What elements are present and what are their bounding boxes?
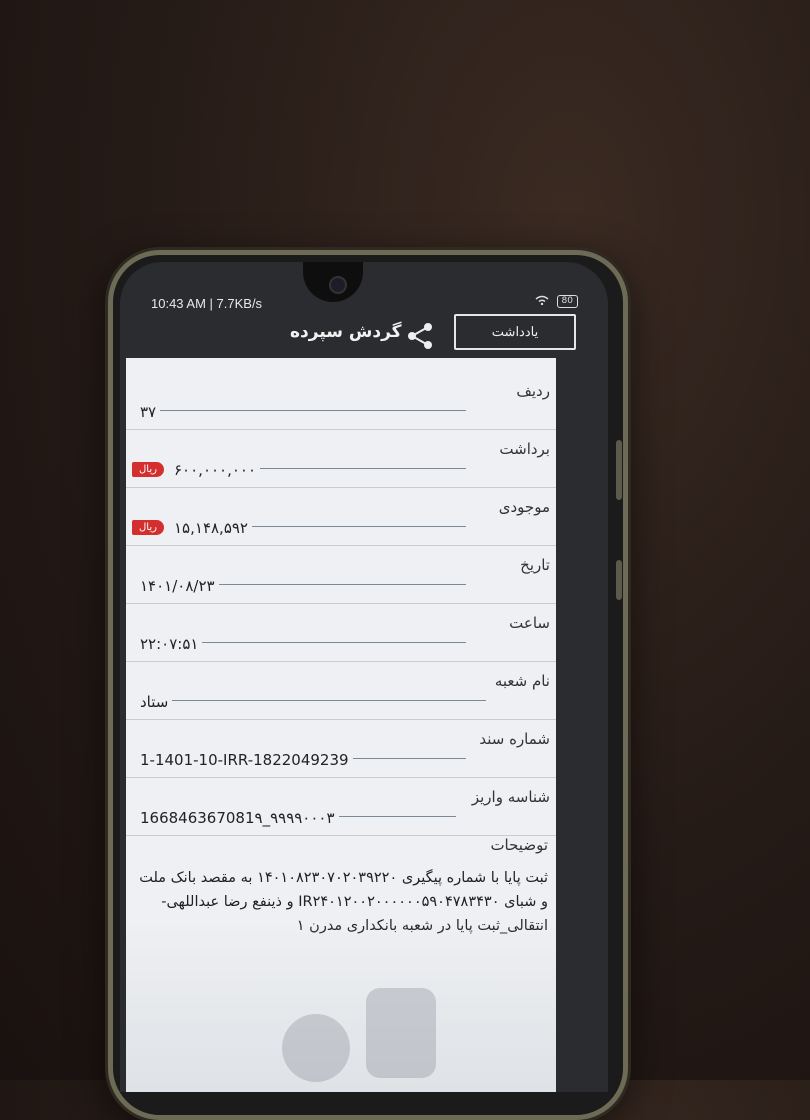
detail-row-withdrawal: برداشت ریال ۶۰۰,۰۰۰,۰۰۰ — [126, 430, 556, 488]
detail-row-balance: موجودی ریال ۱۵,۱۴۸,۵۹۲ — [126, 488, 556, 546]
row-value: ۳۷ — [140, 403, 161, 421]
row-value: ۶۰۰,۰۰۰,۰۰۰ — [174, 461, 261, 479]
detail-row-date: تاریخ ۱۴۰۱/۰۸/۲۳ — [126, 546, 556, 604]
currency-badge: ریال — [132, 520, 164, 535]
leader-line — [156, 410, 466, 411]
description-label: توضیحات — [490, 836, 548, 854]
leader-line — [156, 700, 486, 701]
wifi-icon — [535, 294, 549, 309]
row-value: 1-1401-10-IRR-1822049239 — [140, 751, 353, 769]
detail-row-index: ردیف ۳۷ — [126, 372, 556, 430]
row-label: شناسه واریز — [471, 788, 550, 806]
detail-row-document-number: شماره سند 1-1401-10-IRR-1822049239 — [126, 720, 556, 778]
row-value: ۲۲:۰۷:۵۱ — [140, 635, 203, 653]
row-value: ۱۵,۱۴۸,۵۹۲ — [174, 519, 252, 537]
row-label: برداشت — [499, 440, 550, 458]
row-label: ردیف — [516, 382, 550, 400]
row-label: نام شعبه — [494, 672, 550, 690]
note-button[interactable]: یادداشت — [454, 314, 576, 350]
transaction-details: ردیف ۳۷ برداشت ریال ۶۰۰,۰۰۰,۰۰۰ موجودی ر… — [126, 358, 556, 1092]
battery-icon: 80 — [556, 295, 578, 308]
page-title: گردش سپرده — [290, 322, 402, 342]
volume-button — [616, 440, 622, 500]
currency-badge: ریال — [132, 462, 164, 477]
leader-line — [246, 468, 466, 469]
row-value: ۱۴۰۱/۰۸/۲۳ — [140, 577, 219, 595]
row-label: ساعت — [509, 614, 550, 632]
leader-line — [156, 642, 466, 643]
share-icon[interactable] — [404, 320, 436, 352]
row-value: 166846367081۹_۹۹۹۹۰۰۰۳ — [140, 809, 339, 827]
detail-row-time: ساعت ۲۲:۰۷:۵۱ — [126, 604, 556, 662]
row-label: موجودی — [498, 498, 550, 516]
app-bar: یادداشت گردش سپرده — [120, 308, 608, 356]
detail-row-branch: نام شعبه ستاد — [126, 662, 556, 720]
row-label: تاریخ — [520, 556, 550, 574]
leader-line — [246, 526, 466, 527]
row-value: ستاد — [140, 693, 173, 711]
detail-row-deposit-id: شناسه واریز 166846367081۹_۹۹۹۹۰۰۰۳ — [126, 778, 556, 836]
bank-logo-watermark — [282, 988, 436, 1082]
power-button — [616, 560, 622, 600]
row-label: شماره سند — [479, 730, 550, 748]
phone-screen: 10:43 AM | 7.7KB/s 80 یادداشت گردش سپرده… — [120, 262, 608, 1092]
